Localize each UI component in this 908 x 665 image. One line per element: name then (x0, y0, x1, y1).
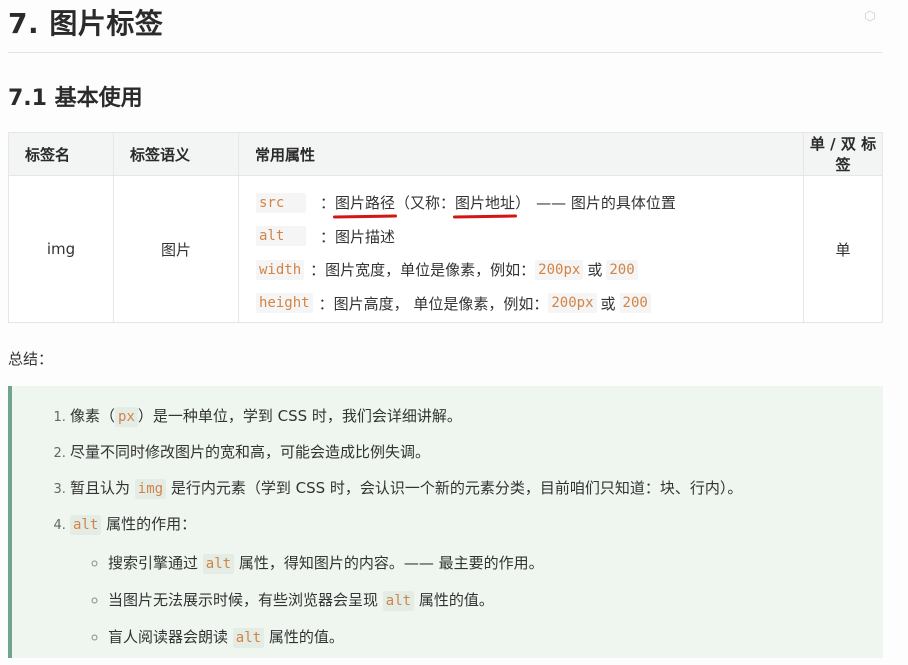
attr-name-src: src (256, 192, 306, 213)
attr-sep: ： (320, 227, 336, 246)
attr-height: height ：图片高度， 单位是像素，例如： 200px 或 200 (256, 287, 802, 321)
attr-sep: ： (320, 194, 336, 213)
list-text: ）是一种单位，学到 CSS 时，我们会详细讲解。 (137, 407, 462, 425)
cell-tag-name: img (8, 175, 114, 323)
sub-list: 搜索引擎通过 alt 属性，得知图片的内容。—— 最主要的作用。 当图片无法展示… (70, 545, 883, 656)
attr-text: 或 (587, 261, 603, 280)
cell-attrs: src ： 图片路径 （又称： 图片地址 ） —— 图片的具体位置 alt ： … (238, 175, 804, 323)
header-common-attrs: 常用属性 (238, 132, 804, 176)
section-heading: 7.1 基本使用 (8, 86, 143, 111)
attr-value-code: 200 (619, 293, 651, 314)
attr-value-code: 200px (535, 259, 584, 280)
page-heading: 7. 图片标签 (8, 7, 164, 40)
cell-single-double: 单 (803, 175, 883, 323)
attribute-table: 标签名 标签语义 常用属性 单 / 双 标签 img 图片 src ： 图片路径… (8, 132, 883, 323)
inline-code: alt (232, 628, 265, 648)
list-text: 是行内元素（学到 CSS 时，会认识一个新的元素分类，目前咱们只知道：块、行内）… (166, 479, 743, 497)
list-text: 属性的作用： (101, 515, 197, 533)
table-header-row: 标签名 标签语义 常用属性 单 / 双 标签 (8, 132, 883, 176)
list-text: 属性的值。 (414, 591, 494, 609)
list-text: 尽量不同时修改图片的宽和高，可能会造成比例失调。 (70, 443, 431, 461)
attr-text: ：图片宽度，单位是像素，例如： (310, 261, 536, 280)
header-tag-name: 标签名 (8, 132, 114, 176)
attr-width: width ：图片宽度，单位是像素，例如： 200px 或 200 (256, 253, 802, 287)
annotated-text-address: 图片地址 (455, 194, 516, 213)
list-text: 盲人阅读器会朗读 (108, 628, 233, 646)
list-text: 属性，得知图片的内容。—— 最主要的作用。 (234, 554, 544, 572)
summary-title: 总结： (8, 350, 54, 368)
attr-text: —— 图片的具体位置 (536, 194, 676, 213)
summary-note: 像素（px）是一种单位，学到 CSS 时，我们会详细讲解。 尽量不同时修改图片的… (8, 386, 883, 658)
heading-divider (8, 52, 882, 53)
header-tag-meaning: 标签语义 (113, 132, 239, 176)
attr-text: （又称： (395, 194, 456, 213)
inline-code: alt (70, 515, 102, 535)
attr-text: 图片描述 (335, 227, 396, 246)
list-text: 属性的值。 (264, 628, 344, 646)
attr-name-alt: alt (256, 226, 306, 247)
list-item: 暂且认为 img 是行内元素（学到 CSS 时，会认识一个新的元素分类，目前咱们… (70, 470, 883, 506)
attr-alt: alt ： 图片描述 (256, 220, 802, 254)
inline-code: img (134, 479, 167, 499)
attr-text: ） (515, 194, 531, 213)
attr-value-code: 200px (548, 293, 597, 314)
list-text: 搜索引擎通过 (108, 554, 203, 572)
annotated-text-path: 图片路径 (335, 194, 396, 213)
attr-text: ：图片高度， 单位是像素，例如： (318, 294, 549, 313)
list-item: 像素（px）是一种单位，学到 CSS 时，我们会详细讲解。 (70, 398, 883, 434)
attr-src: src ： 图片路径 （又称： 图片地址 ） —— 图片的具体位置 (256, 186, 802, 220)
inline-code: px (115, 407, 138, 427)
summary-list: 像素（px）是一种单位，学到 CSS 时，我们会详细讲解。 尽量不同时修改图片的… (12, 386, 883, 656)
inline-code: alt (382, 591, 415, 611)
list-item: 尽量不同时修改图片的宽和高，可能会造成比例失调。 (70, 434, 883, 470)
list-text: 暂且认为 (70, 479, 135, 497)
sub-list-item: 搜索引擎通过 alt 属性，得知图片的内容。—— 最主要的作用。 (108, 545, 883, 582)
list-item: alt 属性的作用： 搜索引擎通过 alt 属性，得知图片的内容。—— 最主要的… (70, 506, 883, 656)
sub-list-item: 盲人阅读器会朗读 alt 属性的值。 (108, 619, 883, 656)
attr-value-code: 200 (606, 259, 638, 280)
attr-name-width: width (256, 259, 305, 280)
attr-text: 或 (600, 294, 616, 313)
list-text: 当图片无法展示时候，有些浏览器会呈现 (108, 591, 383, 609)
list-text: 像素（ (70, 407, 116, 425)
attr-name-height: height (256, 293, 313, 314)
table-row: img 图片 src ： 图片路径 （又称： 图片地址 ） —— 图片的具体位置… (8, 175, 883, 323)
inline-code: alt (202, 554, 235, 574)
hexagon-corner-icon (865, 10, 875, 22)
header-single-double: 单 / 双 标签 (803, 132, 883, 176)
cell-tag-meaning: 图片 (113, 175, 239, 323)
sub-list-item: 当图片无法展示时候，有些浏览器会呈现 alt 属性的值。 (108, 582, 883, 619)
